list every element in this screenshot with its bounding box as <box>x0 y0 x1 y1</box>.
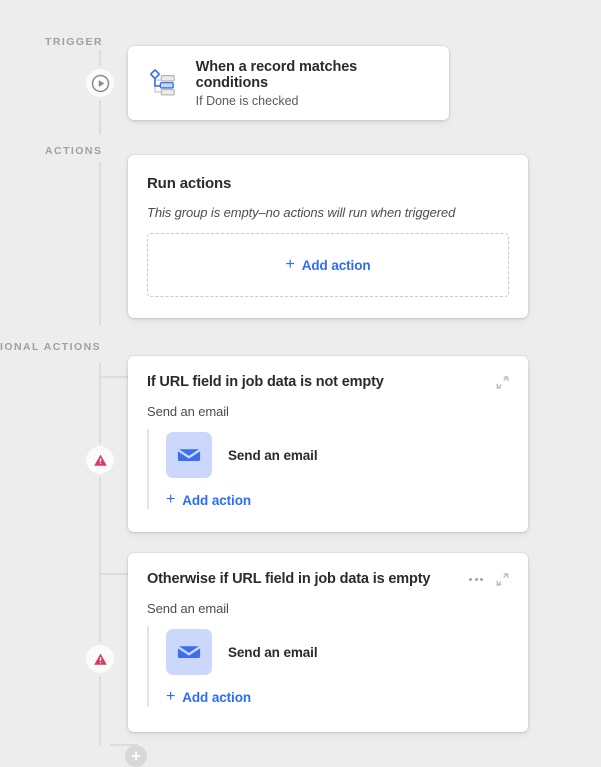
conditional-card-1-add-action-wrap: + Add action <box>166 491 509 509</box>
more-horizontal-icon[interactable] <box>469 576 483 583</box>
run-actions-card: Run actions This group is empty–no actio… <box>128 155 528 318</box>
plus-icon: + <box>285 255 295 273</box>
plus-icon: + <box>166 687 176 705</box>
conditional-card-2-add-action-button[interactable]: + Add action <box>166 687 251 705</box>
conditional-card-1-add-action-button[interactable]: + Add action <box>166 490 251 508</box>
run-actions-title: Run actions <box>147 175 232 192</box>
send-email-icon-tile <box>166 629 212 675</box>
run-actions-add-action-dropzone[interactable]: + Add action <box>147 233 509 297</box>
conditional-card-2: Otherwise if URL field in job data is em… <box>128 553 528 732</box>
action-label: Send an email <box>228 447 318 463</box>
plus-icon <box>131 751 141 761</box>
rail-branch-condition-1 <box>99 376 129 378</box>
add-step-node[interactable] <box>125 745 147 767</box>
envelope-icon <box>177 449 201 461</box>
conditional-card-2-header-icons <box>469 571 509 586</box>
plus-icon: + <box>166 490 176 508</box>
collapse-diagonal-icon[interactable] <box>496 376 509 389</box>
send-email-icon-tile <box>166 432 212 478</box>
trigger-title: When a record matches conditions <box>195 58 358 91</box>
record-conditions-icon <box>150 69 175 96</box>
action-label: Send an email <box>228 644 318 660</box>
conditional-card-2-subtitle: Send an email <box>147 601 229 616</box>
trigger-card[interactable]: When a record matches conditions If Done… <box>128 46 449 120</box>
rail-label-actions: ACTIONS <box>45 145 103 157</box>
run-actions-empty-message: This group is empty–no actions will run … <box>147 205 456 220</box>
conditional-card-1-header-icons <box>496 374 509 389</box>
envelope-icon <box>177 646 201 658</box>
add-action-label: Add action <box>182 689 251 705</box>
dot <box>480 578 483 581</box>
rail-branch-condition-2 <box>99 573 129 575</box>
dot <box>474 578 478 581</box>
action-row[interactable]: Send an email <box>166 429 509 481</box>
add-action-label: Add action <box>182 492 251 508</box>
warning-node-2[interactable] <box>86 645 114 673</box>
rail-label-conditional-actions: IONAL ACTIONS <box>0 341 102 353</box>
rail-segment-actions <box>99 162 101 325</box>
conditional-card-1-subtitle: Send an email <box>147 404 229 419</box>
rail-segment-conditional-2 <box>99 474 101 643</box>
automation-flow-canvas: TRIGGER ACTIONS IONAL ACTIONS When a rec… <box>0 0 601 767</box>
conditional-card-2-action-group: Send an email + Add action <box>147 626 509 706</box>
rail-segment-trigger-lower <box>99 93 101 135</box>
conditional-card-1: If URL field in job data is not empty Se… <box>128 356 528 532</box>
play-circle-icon <box>91 74 109 92</box>
warning-node-1[interactable] <box>86 446 114 474</box>
trigger-play-node[interactable] <box>86 69 114 97</box>
trigger-text-block: When a record matches conditions If Done… <box>196 59 431 108</box>
rail-label-trigger: TRIGGER <box>45 36 103 48</box>
action-row[interactable]: Send an email <box>166 626 509 678</box>
warning-triangle-icon <box>93 454 107 466</box>
add-action-label: Add action <box>301 257 371 273</box>
rail-segment-conditional-3 <box>99 672 101 745</box>
trigger-subtitle: If Done is checked <box>195 93 299 108</box>
collapse-diagonal-icon[interactable] <box>496 573 509 586</box>
run-actions-add-action-button[interactable]: + Add action <box>285 255 371 273</box>
conditional-card-1-action-group: Send an email + Add action <box>147 429 509 509</box>
conditional-card-1-title: If URL field in job data is not empty <box>147 374 384 390</box>
conditional-card-2-add-action-wrap: + Add action <box>166 688 509 706</box>
conditional-card-2-title: Otherwise if URL field in job data is em… <box>147 571 431 587</box>
dot <box>469 578 472 581</box>
warning-triangle-icon <box>93 653 107 665</box>
conditional-card-2-header: Otherwise if URL field in job data is em… <box>147 571 509 587</box>
conditional-card-1-header: If URL field in job data is not empty <box>147 374 509 390</box>
